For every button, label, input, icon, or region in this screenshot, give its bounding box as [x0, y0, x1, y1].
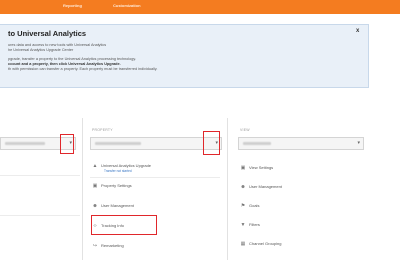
settings-icon: ▣ — [92, 183, 98, 189]
account-separator — [0, 175, 80, 176]
view-menu-channel-grouping[interactable]: ▦ Channel Grouping — [240, 241, 282, 247]
chevron-down-icon[interactable]: ▾ — [357, 140, 360, 146]
notice-line: he Universal Analytics Upgrade Center — [8, 48, 74, 52]
settings-icon: ▣ — [240, 165, 246, 171]
transfer-status-link[interactable]: Transfer not started — [104, 169, 132, 173]
grouping-icon: ▦ — [240, 241, 246, 247]
menu-label: Goals — [249, 203, 260, 208]
upgrade-icon: ▲ — [92, 163, 98, 169]
view-menu-goals[interactable]: ⚑ Goals — [240, 203, 260, 209]
property-name-blurred — [95, 142, 141, 145]
notice-title: to Universal Analytics — [8, 29, 87, 38]
tracking-info-highlight — [91, 215, 157, 235]
menu-label: Universal Analytics Upgrade — [101, 163, 152, 168]
property-dropdown-highlight — [203, 131, 220, 155]
menu-label: Filters — [249, 222, 260, 227]
property-menu-remarketing[interactable]: ↪ Remarketing — [92, 243, 124, 249]
menu-label: Remarketing — [101, 243, 124, 248]
goals-icon: ⚑ — [240, 203, 246, 209]
notice-line: th with permission can transfer a proper… — [8, 67, 158, 71]
menu-label: User Management — [249, 184, 282, 189]
menu-label: Channel Grouping — [249, 241, 282, 246]
view-select[interactable]: ▾ — [238, 137, 364, 150]
account-dropdown-highlight — [60, 134, 74, 154]
menu-label: Property Settings — [101, 183, 132, 188]
notice-line: ures data and access to new tools with U… — [8, 43, 107, 47]
account-name-blurred — [5, 142, 45, 145]
property-column-header: PROPERTY — [92, 128, 113, 132]
notice-line: ccount and a property, then click Univer… — [8, 62, 121, 66]
upgrade-notice-panel: to Universal Analytics ures data and acc… — [0, 24, 369, 88]
users-icon: ☻ — [92, 203, 98, 209]
nav-customization[interactable]: Customization — [113, 3, 141, 8]
view-menu-user-management[interactable]: ☻ User Management — [240, 184, 282, 190]
remarketing-icon: ↪ — [92, 243, 98, 249]
notice-line: pgrade, transfer a property to the Unive… — [8, 57, 137, 61]
menu-label: User Management — [101, 203, 134, 208]
menu-label: View Settings — [249, 165, 274, 170]
property-menu-user-management[interactable]: ☻ User Management — [92, 203, 134, 209]
menu-separator — [90, 177, 220, 178]
column-divider — [227, 118, 228, 260]
account-separator — [0, 215, 80, 216]
view-menu-filters[interactable]: ▼ Filters — [240, 222, 260, 228]
nav-reporting[interactable]: Reporting — [63, 3, 82, 8]
view-menu-settings[interactable]: ▣ View Settings — [240, 165, 274, 171]
property-menu-settings[interactable]: ▣ Property Settings — [92, 183, 132, 189]
users-icon: ☻ — [240, 184, 246, 190]
filter-icon: ▼ — [240, 222, 246, 228]
top-navigation-bar: Reporting Customization — [0, 0, 400, 14]
view-name-blurred — [243, 142, 271, 145]
close-icon[interactable]: x — [356, 28, 359, 34]
column-divider — [82, 118, 83, 260]
view-column-header: VIEW — [240, 128, 250, 132]
